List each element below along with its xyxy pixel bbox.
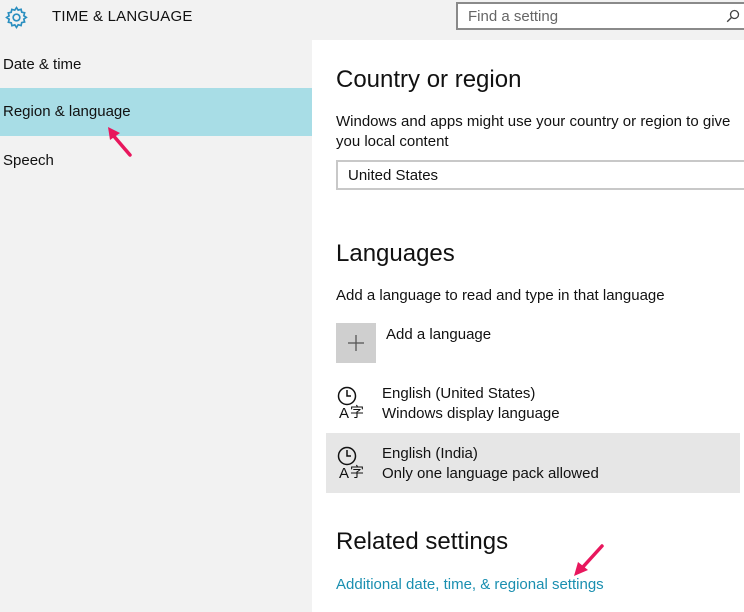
language-detail: Windows display language <box>382 405 560 422</box>
annotation-arrow-icon <box>574 544 604 576</box>
country-description: Windows and apps might use your country … <box>336 113 731 150</box>
search-box[interactable] <box>456 2 744 30</box>
svg-text:A: A <box>339 465 349 481</box>
annotation-arrow-icon <box>108 127 132 157</box>
language-name: English (United States) <box>382 385 536 402</box>
main-content: Country or region Windows and apps might… <box>312 40 744 612</box>
sidebar-item-label: Date & time <box>3 56 82 73</box>
sidebar: Date & time Region & language Speech <box>0 40 312 612</box>
svg-text:字: 字 <box>350 465 364 481</box>
languages-description: Add a language to read and type in that … <box>336 287 665 304</box>
gear-icon[interactable] <box>4 5 29 30</box>
sidebar-item-date-time[interactable]: Date & time <box>0 41 312 89</box>
regional-settings-link[interactable]: Additional date, time, & regional settin… <box>336 576 604 593</box>
sidebar-item-region-language[interactable]: Region & language <box>0 88 312 136</box>
language-name: English (India) <box>382 445 478 462</box>
language-item-en-in[interactable]: A 字 English (India) Only one language pa… <box>326 433 740 493</box>
app-title: TIME & LANGUAGE <box>52 8 193 25</box>
sidebar-item-speech[interactable]: Speech <box>0 137 312 185</box>
language-icon: A 字 <box>337 446 364 481</box>
search-input[interactable] <box>458 4 718 28</box>
languages-heading: Languages <box>336 240 455 267</box>
sidebar-item-label: Region & language <box>3 103 131 120</box>
search-icon[interactable] <box>726 9 740 23</box>
title-bar: TIME & LANGUAGE <box>0 0 744 40</box>
country-dropdown-value: United States <box>348 167 439 184</box>
language-detail: Only one language pack allowed <box>382 465 599 482</box>
language-item-en-us[interactable]: A 字 English (United States) Windows disp… <box>326 373 740 433</box>
add-language-label[interactable]: Add a language <box>386 326 491 343</box>
plus-icon <box>348 335 364 351</box>
related-settings-heading: Related settings <box>336 528 509 555</box>
svg-text:字: 字 <box>350 405 364 421</box>
country-dropdown[interactable]: United States <box>336 160 744 190</box>
add-language-button[interactable] <box>336 323 376 363</box>
sidebar-item-label: Speech <box>3 152 54 169</box>
country-heading: Country or region <box>336 66 522 93</box>
svg-text:A: A <box>339 405 349 421</box>
language-icon: A 字 <box>337 386 364 421</box>
